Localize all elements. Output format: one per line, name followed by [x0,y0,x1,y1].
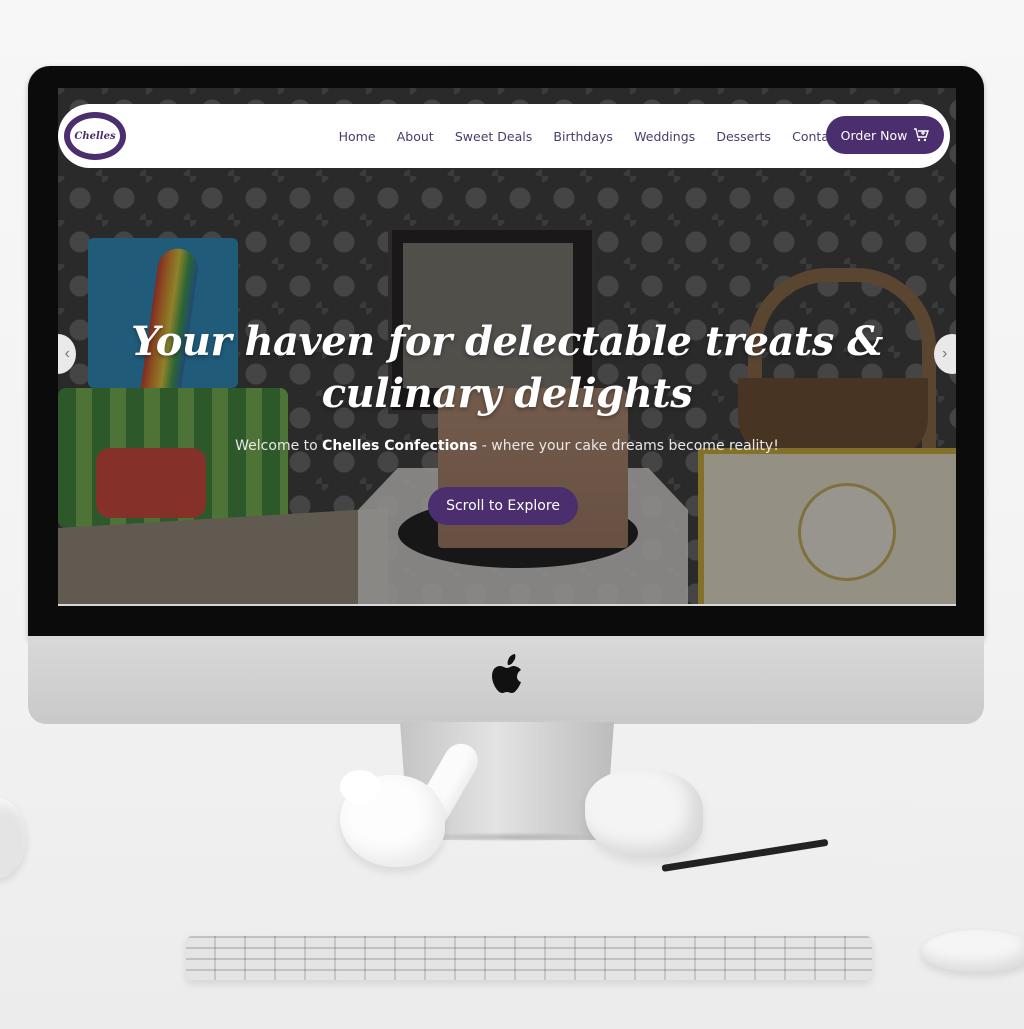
mouse [922,930,1024,972]
nav-item-home[interactable]: Home [328,129,386,144]
nav-item-weddings[interactable]: Weddings [624,129,706,144]
scroll-to-explore-button[interactable]: Scroll to Explore [428,487,578,525]
nav-item-birthdays[interactable]: Birthdays [543,129,624,144]
logo-text: Chelles [70,118,120,154]
nav-item-sweet-deals[interactable]: Sweet Deals [444,129,543,144]
nav-item-desserts[interactable]: Desserts [706,129,782,144]
hero-subtitle: Welcome to Chelles Confections - where y… [118,438,896,454]
screen-edge [58,604,956,606]
site-logo[interactable]: Chelles [64,112,126,160]
hero-title: Your haven for delectable treats & culin… [118,316,896,420]
glass-object [0,798,26,878]
apple-logo-icon [492,654,521,693]
nav-item-about[interactable]: About [386,129,444,144]
bird-figurine-head [340,770,380,804]
nav-links: Home About Sweet Deals Birthdays Wedding… [328,104,851,168]
cart-icon [914,128,930,142]
order-now-label: Order Now [840,127,908,143]
website-screen: Chelles Home About Sweet Deals Birthdays… [58,88,956,606]
hero-subtitle-brand: Chelles Confections [322,438,478,454]
stand-shadow [420,832,600,842]
navbar: Chelles Home About Sweet Deals Birthdays… [58,104,950,168]
order-now-button[interactable]: Order Now [826,116,944,154]
keyboard [186,936,872,980]
hero-subtitle-suffix: - where your cake dreams become reality! [477,438,779,454]
crumpled-paper [585,770,703,858]
hero-subtitle-prefix: Welcome to [235,438,323,454]
hero-title-line1: Your haven for delectable treats & [131,318,883,365]
hero-title-line2: culinary delights [321,370,693,417]
